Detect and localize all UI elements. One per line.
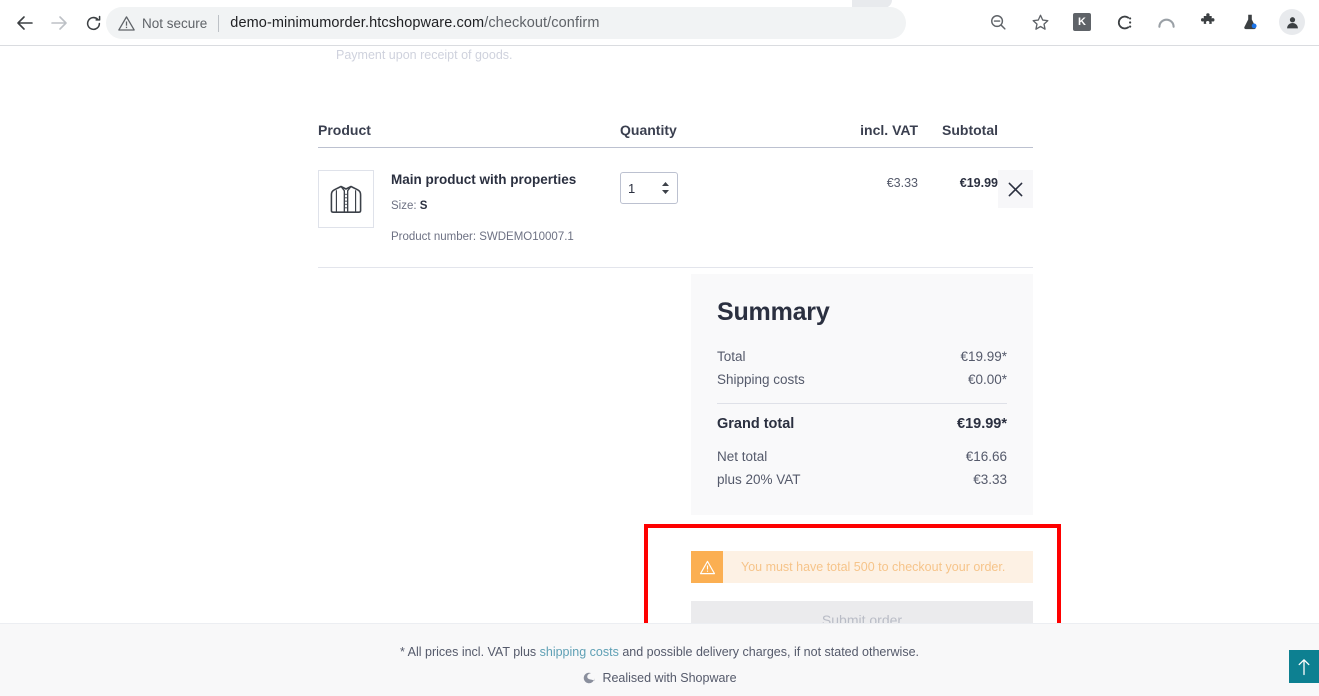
url-host: demo-minimumorder.htcshopware.com	[230, 15, 485, 31]
summary-value-grand-total: €19.99*	[957, 416, 1007, 432]
summary-label-total: Total	[717, 349, 746, 364]
arc-icon	[1157, 18, 1175, 28]
reload-button[interactable]	[76, 6, 110, 40]
variant-value: S	[419, 200, 428, 213]
order-summary-panel: Summary Total €19.99* Shipping costs €0.…	[691, 274, 1033, 515]
browser-toolbar: Not secure demo-minimumorder.htcshopware…	[0, 0, 1319, 46]
summary-label-net-total: Net total	[717, 449, 768, 464]
cart-table-header: Product Quantity incl. VAT Subtotal	[318, 122, 1033, 148]
summary-value-shipping: €0.00*	[967, 372, 1007, 387]
back-button[interactable]	[8, 6, 42, 40]
summary-divider	[717, 403, 1007, 404]
remove-line-item-button[interactable]	[998, 170, 1033, 208]
summary-row-total: Total €19.99*	[717, 345, 1007, 368]
omnibox-divider	[218, 14, 220, 32]
jacket-icon	[330, 185, 362, 213]
address-bar[interactable]: Not secure demo-minimumorder.htcshopware…	[106, 7, 906, 39]
summary-row-grand-total: Grand total €19.99*	[717, 413, 1007, 445]
summary-label-vat: plus 20% VAT	[717, 472, 801, 487]
person-icon	[1286, 16, 1298, 28]
zoom-out-button[interactable]	[982, 6, 1014, 38]
reload-icon	[86, 15, 100, 30]
summary-value-vat: €3.33	[973, 472, 1007, 487]
page-footer: * All prices incl. VAT plus shipping cos…	[0, 623, 1319, 696]
alert-icon-container	[691, 551, 723, 583]
close-icon	[1008, 182, 1023, 196]
column-header-product: Product	[318, 122, 371, 138]
bookmark-button[interactable]	[1024, 6, 1056, 38]
not-secure-warning-icon	[118, 15, 135, 31]
back-arrow-icon	[17, 16, 33, 30]
summary-title: Summary	[717, 298, 830, 326]
product-variant: Size: S	[391, 200, 576, 212]
spinner-arrows-icon	[661, 181, 670, 195]
product-number-value: SWDEMO10007.1	[479, 231, 574, 244]
extension-k-icon: K	[1073, 13, 1091, 31]
quantity-stepper[interactable]: 1	[620, 172, 678, 204]
product-thumbnail[interactable]	[318, 170, 374, 228]
column-header-subtotal: Subtotal	[942, 122, 998, 138]
column-header-quantity: Quantity	[620, 122, 677, 138]
url-text: demo-minimumorder.htcshopware.com/checko…	[230, 15, 599, 31]
quantity-value: 1	[628, 180, 636, 196]
star-icon	[1032, 14, 1048, 30]
summary-row-vat: plus 20% VAT €3.33	[717, 468, 1007, 515]
column-header-vat: incl. VAT	[860, 122, 918, 138]
extensions-button[interactable]	[1192, 6, 1224, 38]
scroll-to-top-button[interactable]	[1289, 650, 1319, 683]
summary-value-net-total: €16.66	[965, 449, 1007, 464]
payment-method-note: Payment upon receipt of goods.	[336, 48, 513, 62]
product-cell: Main product with properties Size: S Pro…	[318, 170, 620, 243]
summary-row-net-total: Net total €16.66	[717, 445, 1007, 468]
summary-value-total: €19.99*	[960, 349, 1007, 364]
chevron-updown-icon	[662, 182, 669, 194]
extension-flask-button[interactable]	[1234, 6, 1266, 38]
product-name[interactable]: Main product with properties	[391, 172, 576, 188]
arrow-up-icon	[1298, 658, 1310, 675]
remove-cell	[998, 170, 1033, 208]
extension-c-icon	[1117, 15, 1131, 29]
footer-note-prefix: * All prices incl. VAT plus	[399, 645, 540, 659]
shopware-logo-icon	[584, 672, 595, 684]
minimum-order-warning-alert: You must have total 500 to checkout your…	[691, 551, 1033, 583]
browser-extension-icons: K	[977, 6, 1313, 38]
footer-brand: Realised with Shopware	[0, 671, 1319, 685]
puzzle-piece-icon	[1200, 13, 1215, 24]
quantity-cell: 1	[620, 170, 806, 204]
product-number: Product number: SWDEMO10007.1	[391, 231, 576, 243]
product-info: Main product with properties Size: S Pro…	[391, 170, 576, 243]
footer-note-suffix: and possible delivery charges, if not st…	[618, 645, 920, 659]
alert-message: You must have total 500 to checkout your…	[741, 560, 1006, 574]
summary-label-grand-total: Grand total	[717, 416, 795, 432]
forward-arrow-icon	[51, 16, 67, 30]
footer-price-note: * All prices incl. VAT plus shipping cos…	[0, 645, 1319, 659]
profile-button[interactable]	[1276, 6, 1308, 38]
product-number-label: Product number:	[391, 231, 477, 244]
extension-arc-button[interactable]	[1150, 6, 1182, 38]
avatar	[1279, 9, 1305, 35]
shipping-costs-link[interactable]: shipping costs	[540, 645, 619, 659]
url-path: /checkout/confirm	[484, 15, 600, 31]
summary-label-shipping: Shipping costs	[717, 372, 805, 387]
search-minus-icon	[990, 14, 1006, 30]
summary-row-shipping: Shipping costs €0.00*	[717, 368, 1007, 391]
table-row: Main product with properties Size: S Pro…	[318, 148, 1033, 269]
cart-line-items-table: Product Quantity incl. VAT Subtotal Main…	[318, 122, 1033, 269]
footer-brand-text: Realised with Shopware	[602, 671, 737, 685]
forward-button[interactable]	[42, 6, 76, 40]
extension-c-button[interactable]	[1108, 6, 1140, 38]
warning-triangle-icon	[699, 560, 715, 574]
unit-vat-value: €3.33	[886, 176, 918, 190]
variant-label: Size:	[391, 200, 417, 213]
extension-k-button[interactable]: K	[1066, 6, 1098, 38]
checkout-confirm-page: Payment upon receipt of goods. Product Q…	[0, 46, 1319, 696]
security-status-label: Not secure	[142, 15, 208, 31]
line-subtotal-value: €19.99	[959, 176, 998, 190]
flask-icon	[1244, 14, 1257, 30]
navigation-buttons	[8, 6, 110, 40]
